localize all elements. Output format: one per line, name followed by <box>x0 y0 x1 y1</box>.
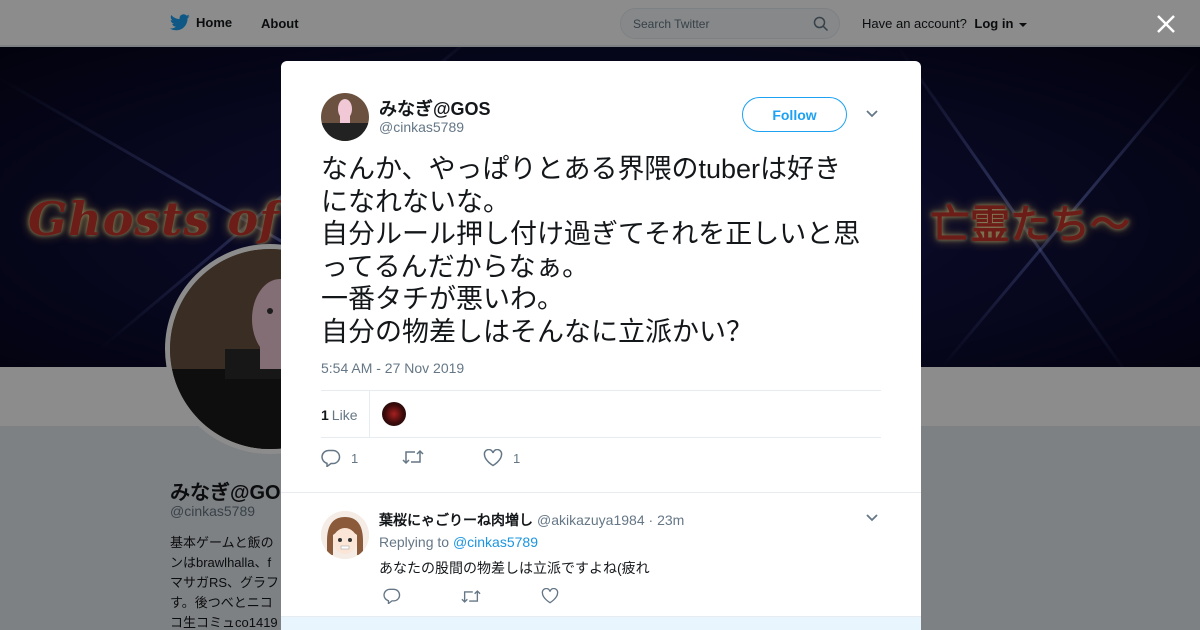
reply-retweet-icon[interactable] <box>461 589 481 604</box>
like-action-count: 1 <box>513 450 521 466</box>
replying-to: Replying to @cinkas5789 <box>379 534 538 550</box>
like-action[interactable]: 1 <box>483 449 520 467</box>
reply-icon <box>321 449 341 467</box>
tweet-timestamp[interactable]: 5:54 AM - 27 Nov 2019 <box>321 360 464 376</box>
tweet-modal: みなぎ@GOS @cinkas5789 Follow なんか、やっぱりとある界隈… <box>281 61 921 630</box>
reply-count: 1 <box>351 450 359 466</box>
replying-prefix: Replying to <box>379 534 450 550</box>
replying-to-link[interactable]: @cinkas5789 <box>453 534 538 550</box>
reply-avatar-image <box>321 511 369 559</box>
reply-author-handle[interactable]: @akikazuya1984 <box>537 512 645 528</box>
author-avatar-image <box>321 93 369 141</box>
follow-button[interactable]: Follow <box>742 97 847 132</box>
thread-divider <box>281 492 921 502</box>
reply-chevron-down-icon[interactable] <box>865 513 879 523</box>
reply-heart-icon[interactable] <box>541 588 559 604</box>
retweet-icon <box>402 449 424 465</box>
reply-header: 葉桜にゃごりーね肉増し @akikazuya1984 · 23m <box>379 510 684 530</box>
stats-divider <box>369 391 370 437</box>
modal-footer <box>281 616 921 630</box>
heart-icon <box>483 449 503 467</box>
retweet-action[interactable] <box>402 449 424 465</box>
like-stat-count: 1 <box>321 407 329 423</box>
reply-reply-icon[interactable] <box>383 588 401 604</box>
author-name[interactable]: みなぎ@GOS <box>379 95 491 121</box>
close-icon[interactable] <box>1154 12 1178 36</box>
liker-avatar[interactable] <box>382 402 406 426</box>
tweet-actions: 1 1 <box>321 449 881 473</box>
tweet-text: なんか、やっぱりとある界隈のtuberは好き になれないな。 自分ルール押し付け… <box>321 154 861 347</box>
chevron-down-icon[interactable] <box>865 109 879 119</box>
like-stat[interactable]: 1 Like <box>321 407 357 423</box>
reply-text: あなたの股間の物差しは立派ですよね(疲れ <box>379 560 650 576</box>
like-stat-label: Like <box>331 407 358 423</box>
reply-action[interactable]: 1 <box>321 449 358 467</box>
reply-author-avatar[interactable] <box>321 511 369 559</box>
author-avatar[interactable] <box>321 93 369 141</box>
tweet-stats: 1 Like <box>321 390 881 438</box>
reply-author-name[interactable]: 葉桜にゃごりーね肉増し <box>379 512 533 528</box>
reply-time[interactable]: · 23m <box>649 512 685 528</box>
reply-actions <box>379 588 679 608</box>
author-handle[interactable]: @cinkas5789 <box>379 119 464 135</box>
